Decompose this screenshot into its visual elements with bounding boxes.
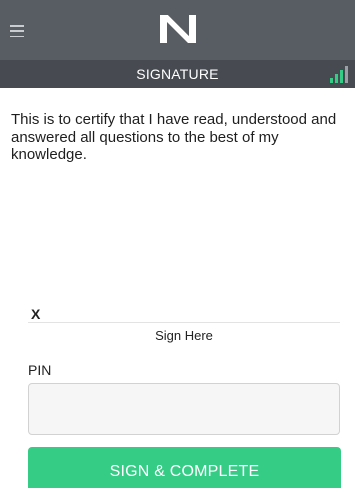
n-logo-icon <box>160 15 196 43</box>
section-header: SIGNATURE <box>0 60 355 88</box>
signal-strength-icon <box>330 66 348 83</box>
sign-complete-button[interactable]: SIGN & COMPLETE <box>28 447 341 488</box>
hamburger-menu-icon[interactable] <box>10 25 24 37</box>
sign-here-caption: Sign Here <box>155 328 213 343</box>
pin-input[interactable] <box>28 383 340 435</box>
pin-label: PIN <box>28 362 52 378</box>
certification-statement: This is to certify that I have read, und… <box>11 111 337 163</box>
top-app-bar <box>0 0 355 60</box>
section-title: SIGNATURE <box>136 66 219 82</box>
signature-marker: X <box>31 306 41 322</box>
signature-pad[interactable] <box>28 200 340 320</box>
signature-line <box>28 322 340 323</box>
